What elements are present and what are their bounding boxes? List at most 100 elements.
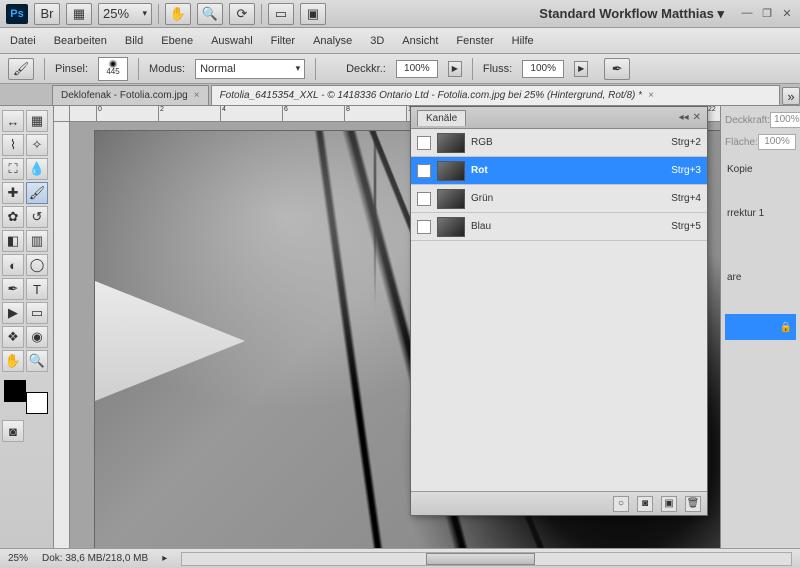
visibility-toggle[interactable]: 👁 bbox=[417, 164, 431, 178]
path-select-tool[interactable]: ▶ bbox=[2, 302, 24, 324]
status-bar: 25% Dok: 38,6 MB/218,0 MB ▸ bbox=[0, 548, 800, 568]
brush-preset-picker[interactable]: 445 bbox=[98, 57, 128, 81]
save-selection-button[interactable]: ◙ bbox=[637, 496, 653, 512]
tool-preset-picker[interactable]: 🖌 bbox=[8, 58, 34, 80]
3d-camera-tool[interactable]: ◉ bbox=[26, 326, 48, 348]
menu-hilfe[interactable]: Hilfe bbox=[512, 35, 534, 47]
panel-tab-channels[interactable]: Kanäle bbox=[417, 110, 466, 126]
panel-header[interactable]: Kanäle ◂◂ ✕ bbox=[411, 107, 707, 129]
close-button[interactable]: ✕ bbox=[780, 7, 794, 20]
visibility-toggle[interactable] bbox=[417, 192, 431, 206]
status-zoom[interactable]: 25% bbox=[8, 553, 28, 564]
bridge-button[interactable]: Br bbox=[34, 3, 60, 25]
zoom-tool[interactable]: 🔍 bbox=[26, 350, 48, 372]
channel-row-rot[interactable]: 👁 Rot Strg+3 bbox=[411, 157, 707, 185]
doc-tab-2[interactable]: Fotolia_6415354_XXL - © 1418336 Ontario … bbox=[211, 85, 780, 105]
blend-mode-dropdown[interactable]: Normal▾ bbox=[195, 59, 305, 79]
lasso-tool[interactable]: ⌇ bbox=[2, 134, 24, 156]
eraser-tool[interactable]: ◧ bbox=[2, 230, 24, 252]
color-swatches[interactable] bbox=[4, 380, 48, 414]
brush-tool[interactable]: 🖌 bbox=[26, 182, 48, 204]
visibility-toggle[interactable] bbox=[417, 220, 431, 234]
new-channel-button[interactable]: ▣ bbox=[661, 496, 677, 512]
minimize-button[interactable]: — bbox=[740, 7, 754, 20]
doc-tab-1[interactable]: Deklofenak - Fotolia.com.jpg × bbox=[52, 85, 209, 105]
quickmask-toggle[interactable]: ◙ bbox=[2, 420, 24, 442]
foreground-color[interactable] bbox=[4, 380, 26, 402]
menu-ansicht[interactable]: Ansicht bbox=[402, 35, 438, 47]
ruler-vertical[interactable] bbox=[54, 122, 70, 548]
status-menu-chevron[interactable]: ▸ bbox=[162, 553, 167, 564]
menu-filter[interactable]: Filter bbox=[271, 35, 295, 47]
eyedropper-tool[interactable]: 💧 bbox=[26, 158, 48, 180]
visibility-toggle[interactable] bbox=[417, 136, 431, 150]
background-color[interactable] bbox=[26, 392, 48, 414]
scrollbar-thumb[interactable] bbox=[426, 553, 536, 565]
layer-item[interactable]: rrektur 1 bbox=[725, 200, 796, 226]
stamp-tool[interactable]: ✿ bbox=[2, 206, 24, 228]
history-brush-tool[interactable]: ↺ bbox=[26, 206, 48, 228]
brush-size-value: 445 bbox=[106, 68, 119, 76]
flow-input[interactable]: 100% bbox=[522, 60, 564, 78]
layer-item-selected[interactable]: 🔒 bbox=[725, 314, 796, 340]
shape-tool[interactable]: ▭ bbox=[26, 302, 48, 324]
layer-item[interactable]: Kopie bbox=[725, 156, 796, 182]
close-tab-icon[interactable]: × bbox=[648, 90, 654, 101]
pen-tool[interactable]: ✒ bbox=[2, 278, 24, 300]
arrange-docs-button[interactable]: ▭ bbox=[268, 3, 294, 25]
app-logo: Ps bbox=[6, 4, 28, 24]
heal-tool[interactable]: ✚ bbox=[2, 182, 24, 204]
move-tool[interactable]: ↔ bbox=[2, 110, 24, 132]
blur-tool[interactable]: ◐ bbox=[2, 254, 24, 276]
opacity-scrubber[interactable]: ▶ bbox=[448, 61, 462, 77]
airbrush-toggle[interactable]: ✒ bbox=[604, 58, 630, 80]
hand-tool-button[interactable]: ✋ bbox=[165, 3, 191, 25]
channel-name: Rot bbox=[471, 165, 488, 176]
view-extras-button[interactable]: ▦ bbox=[66, 3, 92, 25]
channel-row-blau[interactable]: Blau Strg+5 bbox=[411, 213, 707, 241]
layer-fill-input[interactable]: 100% bbox=[758, 134, 796, 150]
horizontal-scrollbar[interactable] bbox=[181, 552, 792, 566]
menu-analyse[interactable]: Analyse bbox=[313, 35, 352, 47]
channel-row-gruen[interactable]: Grün Strg+4 bbox=[411, 185, 707, 213]
delete-channel-button[interactable]: 🗑 bbox=[685, 496, 701, 512]
panel-close-icon[interactable]: ✕ bbox=[693, 112, 701, 123]
ruler-origin[interactable] bbox=[54, 106, 70, 122]
hand-tool[interactable]: ✋ bbox=[2, 350, 24, 372]
menu-bild[interactable]: Bild bbox=[125, 35, 143, 47]
opacity-input[interactable]: 100% bbox=[396, 60, 438, 78]
wand-tool[interactable]: ✧ bbox=[26, 134, 48, 156]
zoom-combo[interactable]: 25%▾ bbox=[98, 3, 152, 25]
layer-item[interactable]: are bbox=[725, 264, 796, 290]
menu-ebene[interactable]: Ebene bbox=[161, 35, 193, 47]
layers-panel-strip: Deckkraft:100% Fläche:100% Kopie rrektur… bbox=[720, 106, 800, 548]
rotate-view-button[interactable]: ⟳ bbox=[229, 3, 255, 25]
layer-opacity-label: Deckkraft: bbox=[725, 115, 770, 126]
channel-name: Grün bbox=[471, 193, 493, 204]
selection-tool[interactable]: ▦ bbox=[26, 110, 48, 132]
crop-tool[interactable]: ⛶ bbox=[2, 158, 24, 180]
tab-label: Fotolia_6415354_XXL - © 1418336 Ontario … bbox=[220, 90, 642, 101]
menu-3d[interactable]: 3D bbox=[370, 35, 384, 47]
status-doc-size[interactable]: Dok: 38,6 MB/218,0 MB bbox=[42, 553, 148, 564]
channel-row-rgb[interactable]: RGB Strg+2 bbox=[411, 129, 707, 157]
menu-fenster[interactable]: Fenster bbox=[456, 35, 493, 47]
menu-datei[interactable]: Datei bbox=[10, 35, 36, 47]
screen-mode-button[interactable]: ▣ bbox=[300, 3, 326, 25]
tabs-overflow-button[interactable]: » bbox=[782, 87, 800, 105]
close-tab-icon[interactable]: × bbox=[194, 90, 200, 101]
flow-scrubber[interactable]: ▶ bbox=[574, 61, 588, 77]
workspace-switcher[interactable]: Standard Workflow Matthias ▾ bbox=[539, 6, 724, 22]
tab-label: Deklofenak - Fotolia.com.jpg bbox=[61, 90, 188, 101]
type-tool[interactable]: T bbox=[26, 278, 48, 300]
load-selection-button[interactable]: ○ bbox=[613, 496, 629, 512]
zoom-tool-button[interactable]: 🔍 bbox=[197, 3, 223, 25]
gradient-tool[interactable]: ▥ bbox=[26, 230, 48, 252]
menu-auswahl[interactable]: Auswahl bbox=[211, 35, 253, 47]
panel-collapse-icon[interactable]: ◂◂ bbox=[679, 112, 689, 123]
3d-tool[interactable]: ❖ bbox=[2, 326, 24, 348]
dodge-tool[interactable]: ◯ bbox=[26, 254, 48, 276]
restore-button[interactable]: ❐ bbox=[760, 7, 774, 20]
menu-bearbeiten[interactable]: Bearbeiten bbox=[54, 35, 107, 47]
layer-opacity-input[interactable]: 100% bbox=[770, 112, 800, 128]
